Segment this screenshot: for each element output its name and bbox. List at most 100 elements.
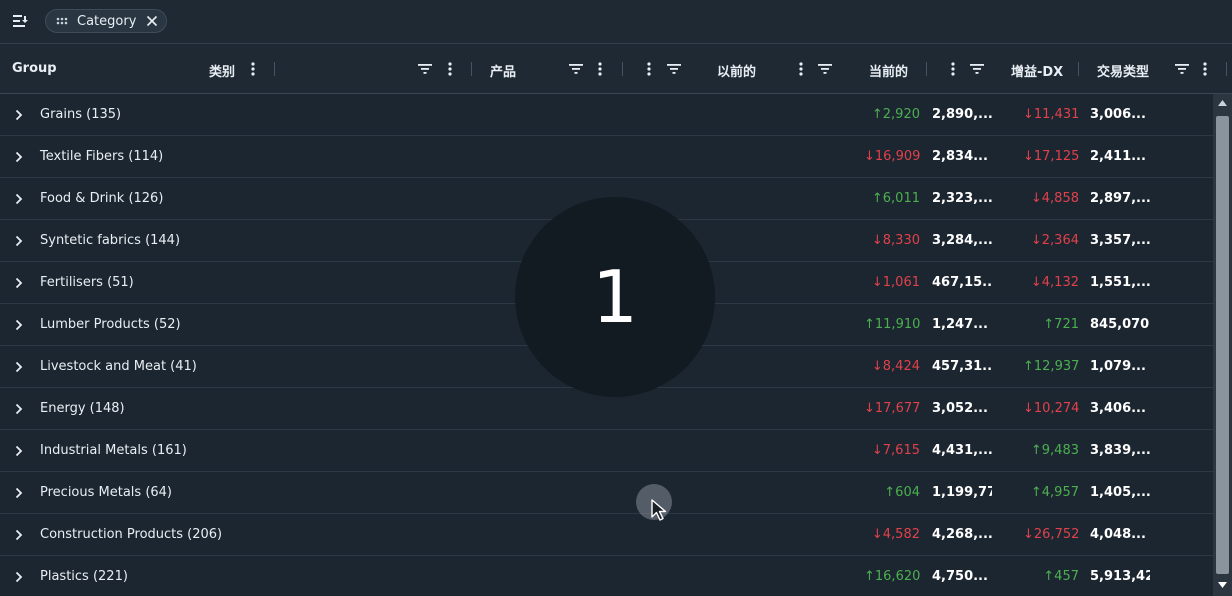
group-name: Energy (148) <box>40 401 125 416</box>
value-gain: 1,551,... <box>1090 275 1150 290</box>
delta-gain: ↓26,752 <box>1023 527 1080 542</box>
scroll-down-icon[interactable] <box>1217 581 1228 589</box>
header-dangqiande[interactable]: 当前的 <box>869 61 908 80</box>
column-menu-icon[interactable] <box>251 62 255 76</box>
value-current: 4,431,... <box>932 443 992 458</box>
delta-current: ↓8,330 <box>871 233 920 248</box>
header-chanpin[interactable]: 产品 <box>490 61 516 80</box>
value-current: 457,31... <box>932 359 992 374</box>
group-panel-icon[interactable] <box>12 13 28 29</box>
column-resize-handle[interactable] <box>471 62 472 76</box>
delta-current: ↑2,920 <box>871 107 920 122</box>
value-current: 3,052... <box>932 401 988 416</box>
value-gain: 3,357,... <box>1090 233 1150 248</box>
delta-current: ↓17,677 <box>864 401 921 416</box>
drag-grip-icon[interactable] <box>56 17 68 25</box>
delta-gain: ↑457 <box>1043 569 1079 584</box>
filter-icon[interactable] <box>1175 63 1189 75</box>
column-menu-icon[interactable] <box>647 62 651 76</box>
delta-current: ↓7,615 <box>871 443 920 458</box>
delta-current: ↓8,424 <box>871 359 920 374</box>
delta-gain: ↓4,858 <box>1030 191 1079 206</box>
value-gain: 845,070 <box>1090 317 1150 332</box>
column-resize-handle[interactable] <box>1078 62 1079 76</box>
delta-current: ↓1,061 <box>871 275 920 290</box>
value-current: 1,247... <box>932 317 988 332</box>
delta-gain: ↓4,132 <box>1030 275 1079 290</box>
header-leibie[interactable]: 类别 <box>209 61 235 80</box>
delta-gain: ↑721 <box>1043 317 1079 332</box>
group-name: Grains (135) <box>40 107 122 122</box>
column-resize-handle[interactable] <box>926 62 927 76</box>
group-row[interactable]: Industrial Metals (161) ↓7,615 4,431,... ↑9… <box>0 430 1213 472</box>
step-counter-overlay: 1 <box>515 197 715 397</box>
row-group-panel: Category <box>0 0 1232 44</box>
group-row[interactable]: Textile Fibers (114) ↓16,909 2,834... ↓17,1… <box>0 136 1213 178</box>
delta-gain: ↓10,274 <box>1023 401 1080 416</box>
column-resize-handle[interactable] <box>622 62 623 76</box>
filter-icon[interactable] <box>970 63 984 75</box>
column-menu-icon[interactable] <box>598 62 602 76</box>
value-gain: 2,897,... <box>1090 191 1150 206</box>
chevron-right-icon[interactable] <box>14 529 24 541</box>
close-icon[interactable] <box>146 15 158 27</box>
delta-gain: ↑12,937 <box>1023 359 1080 374</box>
filter-icon[interactable] <box>667 63 681 75</box>
column-resize-handle[interactable] <box>1226 62 1227 76</box>
group-row[interactable]: Grains (135) ↑2,920 2,890,... ↓11,431 3,006.… <box>0 94 1213 136</box>
group-chip-label: Category <box>77 13 137 29</box>
chevron-right-icon[interactable] <box>14 277 24 289</box>
chevron-right-icon[interactable] <box>14 571 24 583</box>
value-gain: 1,079... <box>1090 359 1146 374</box>
group-chip-category[interactable]: Category <box>45 9 167 33</box>
chevron-right-icon[interactable] <box>14 487 24 499</box>
chevron-right-icon[interactable] <box>14 403 24 415</box>
group-row[interactable]: Construction Products (206) ↓4,582 4,268,.… <box>0 514 1213 556</box>
chevron-right-icon[interactable] <box>14 193 24 205</box>
filter-icon[interactable] <box>418 63 432 75</box>
chevron-right-icon[interactable] <box>14 361 24 373</box>
chevron-right-icon[interactable] <box>14 235 24 247</box>
value-current: 1,199,77... <box>932 485 992 500</box>
value-current: 3,284,... <box>932 233 992 248</box>
group-name: Syntetic fabrics (144) <box>40 233 181 248</box>
scroll-up-icon[interactable] <box>1217 99 1228 107</box>
column-menu-icon[interactable] <box>448 62 452 76</box>
group-name: Food & Drink (126) <box>40 191 164 206</box>
column-menu-icon[interactable] <box>951 62 955 76</box>
chevron-right-icon[interactable] <box>14 109 24 121</box>
scrollbar-thumb[interactable] <box>1216 116 1229 574</box>
header-jiaoyi[interactable]: 交易类型 <box>1097 61 1149 80</box>
group-row[interactable]: Plastics (221) ↑16,620 4,750... ↑457 5,913,4… <box>0 556 1213 596</box>
filter-icon[interactable] <box>818 63 832 75</box>
group-row[interactable]: Precious Metals (64) ↑604 1,199,77... ↑4,95… <box>0 472 1213 514</box>
delta-current: ↓4,582 <box>871 527 920 542</box>
value-current: 467,15... <box>932 275 992 290</box>
column-resize-handle[interactable] <box>274 62 275 76</box>
value-current: 2,323,... <box>932 191 992 206</box>
delta-gain: ↑9,483 <box>1030 443 1079 458</box>
delta-gain: ↓17,125 <box>1023 149 1080 164</box>
column-menu-icon[interactable] <box>799 62 803 76</box>
column-menu-icon[interactable] <box>1203 62 1207 76</box>
header-zengyi[interactable]: 增益-DX <box>1011 61 1063 80</box>
delta-current: ↑11,910 <box>864 317 921 332</box>
group-name: Livestock and Meat (41) <box>40 359 197 374</box>
value-gain: 4,048... <box>1090 527 1146 542</box>
value-gain: 2,411... <box>1090 149 1146 164</box>
vertical-scrollbar[interactable] <box>1213 94 1232 596</box>
chevron-right-icon[interactable] <box>14 151 24 163</box>
value-gain: 3,406... <box>1090 401 1146 416</box>
group-name: Industrial Metals (161) <box>40 443 187 458</box>
delta-current: ↓16,909 <box>864 149 921 164</box>
chevron-right-icon[interactable] <box>14 319 24 331</box>
delta-current: ↑604 <box>884 485 920 500</box>
header-yiqiande[interactable]: 以前的 <box>717 61 756 80</box>
filter-icon[interactable] <box>569 63 583 75</box>
chevron-right-icon[interactable] <box>14 445 24 457</box>
header-group[interactable]: Group <box>12 61 57 76</box>
group-name: Lumber Products (52) <box>40 317 181 332</box>
value-current: 2,834... <box>932 149 988 164</box>
delta-current: ↑6,011 <box>871 191 920 206</box>
group-name: Plastics (221) <box>40 569 128 584</box>
